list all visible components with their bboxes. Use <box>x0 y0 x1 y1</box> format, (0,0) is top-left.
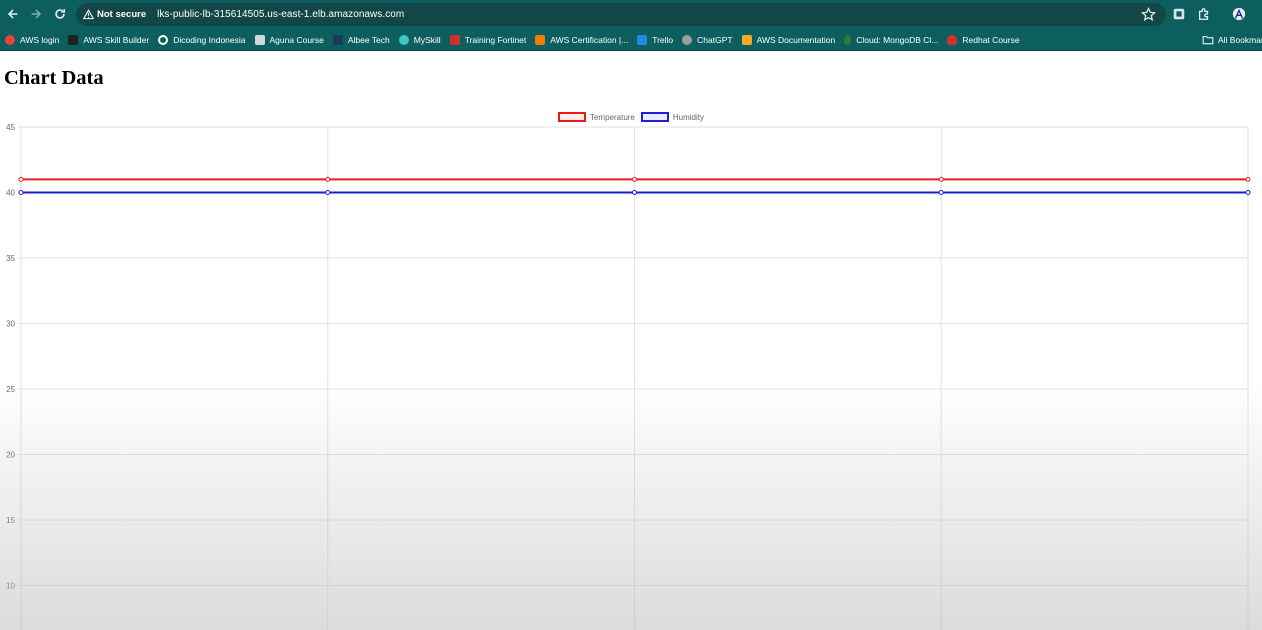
y-tick-label: 25 <box>6 385 15 394</box>
y-tick-label: 30 <box>6 320 15 329</box>
data-point-temperature <box>18 176 24 182</box>
line-chart: 45 40 35 30 25 20 15 10 <box>6 123 1251 630</box>
y-tick-label: 10 <box>6 582 15 591</box>
y-tick-label: 15 <box>6 516 15 525</box>
y-tick-label: 20 <box>6 451 15 460</box>
data-point-humidity <box>325 190 331 195</box>
data-point-humidity <box>18 190 24 195</box>
y-tick-label: 45 <box>6 123 15 132</box>
data-point-humidity <box>1245 190 1251 195</box>
y-tick-label: 35 <box>6 254 15 263</box>
data-point-temperature <box>325 176 331 182</box>
data-point-temperature <box>632 176 637 182</box>
data-point-humidity <box>632 190 637 195</box>
data-point-temperature <box>938 176 944 182</box>
y-tick-label: 40 <box>6 189 15 198</box>
data-point-temperature <box>1245 176 1251 182</box>
data-point-humidity <box>938 190 944 195</box>
